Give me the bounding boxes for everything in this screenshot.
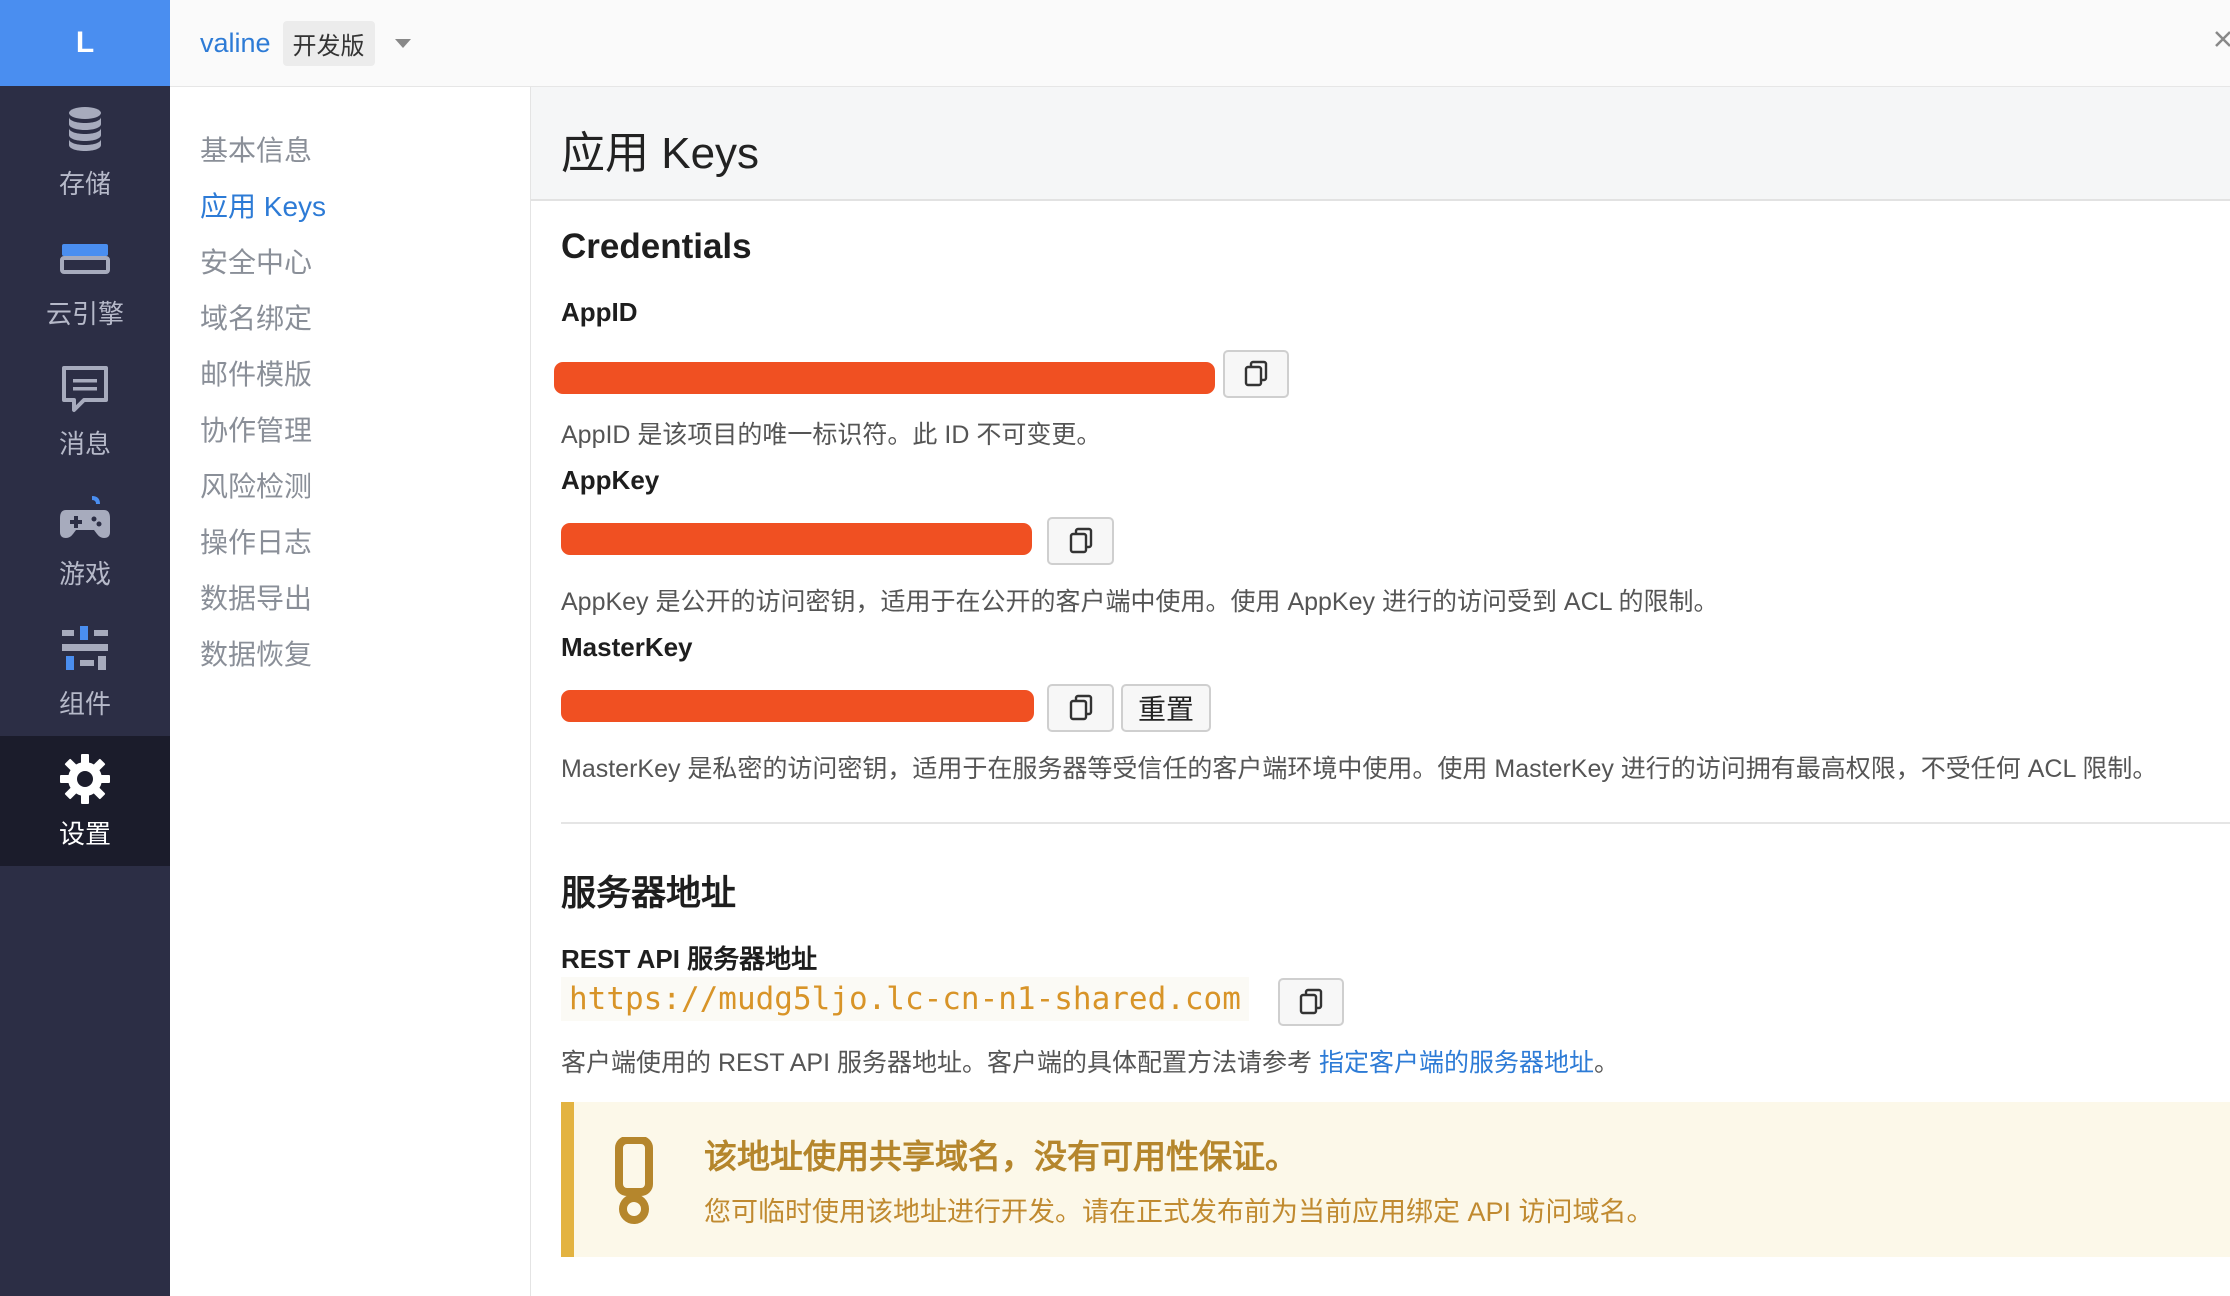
copy-icon bbox=[1069, 694, 1092, 721]
copy-appkey-button[interactable] bbox=[1047, 517, 1114, 565]
subnav-item-collaborators[interactable]: 协作管理 bbox=[200, 403, 530, 459]
subnav-item-email-templates[interactable]: 邮件模版 bbox=[200, 347, 530, 403]
rail-item-messages[interactable]: 消息 bbox=[0, 346, 170, 476]
appid-description: AppID 是该项目的唯一标识符。此 ID 不可变更。 bbox=[561, 421, 1102, 449]
rail-item-label: 云引擎 bbox=[45, 298, 124, 329]
rail-item-components[interactable]: 组件 bbox=[0, 606, 170, 736]
rest-api-url[interactable]: https://mudg5ljo.lc-cn-n1-shared.com bbox=[561, 977, 1249, 1021]
rail-item-settings[interactable]: 设置 bbox=[0, 736, 170, 866]
rest-api-description-suffix: 。 bbox=[1593, 1049, 1619, 1077]
copy-icon bbox=[1244, 360, 1268, 387]
chevron-down-icon[interactable] bbox=[394, 38, 411, 48]
top-bar: valine 开发版 bbox=[170, 0, 2230, 87]
server-address-heading: 服务器地址 bbox=[561, 874, 737, 913]
database-icon bbox=[69, 106, 101, 151]
masterkey-description: MasterKey 是私密的访问密钥，适用于在服务器等受信任的客户端环境中使用。… bbox=[561, 755, 2158, 783]
rail-item-label: 设置 bbox=[58, 818, 111, 849]
gamepad-icon bbox=[60, 495, 110, 538]
copy-icon bbox=[1069, 527, 1092, 554]
rail-item-games[interactable]: 游戏 bbox=[0, 476, 170, 606]
close-icon[interactable] bbox=[2210, 26, 2230, 56]
message-icon bbox=[62, 365, 108, 412]
section-divider bbox=[561, 822, 2230, 824]
copy-rest-url-button[interactable] bbox=[1278, 978, 1344, 1026]
rest-api-label: REST API 服务器地址 bbox=[561, 944, 818, 974]
appkey-description: AppKey 是公开的访问密钥，适用于在公开的客户端中使用。使用 AppKey … bbox=[561, 588, 1719, 616]
copy-masterkey-button[interactable] bbox=[1047, 684, 1114, 732]
reset-masterkey-button[interactable]: 重置 bbox=[1121, 684, 1211, 732]
appid-value-redacted bbox=[554, 362, 1215, 394]
credentials-heading: Credentials bbox=[561, 227, 752, 266]
components-icon bbox=[62, 625, 108, 670]
subnav-item-basic-info[interactable]: 基本信息 bbox=[200, 123, 530, 179]
rail-item-label: 组件 bbox=[58, 688, 111, 719]
rest-api-description-text: 客户端使用的 REST API 服务器地址。客户端的具体配置方法请参考 bbox=[561, 1049, 1319, 1077]
masterkey-value-redacted bbox=[561, 690, 1034, 722]
rail-item-label: 消息 bbox=[58, 428, 111, 459]
rail-item-label: 游戏 bbox=[58, 558, 111, 589]
server-icon bbox=[60, 243, 110, 274]
main-content: 应用 Keys Credentials AppID AppID 是该项目的唯一标… bbox=[531, 87, 2230, 1296]
appkey-label: AppKey bbox=[561, 465, 660, 495]
shared-domain-warning: 该地址使用共享域名，没有可用性保证。 您可临时使用该地址进行开发。请在正式发布前… bbox=[561, 1102, 2230, 1257]
rail-item-label: 存储 bbox=[58, 168, 111, 199]
appkey-value-redacted bbox=[561, 523, 1032, 555]
subnav-item-app-keys[interactable]: 应用 Keys bbox=[200, 179, 530, 235]
appid-label: AppID bbox=[561, 297, 638, 327]
main-sidebar: L 存储 云引擎 消息 游戏 组件 设置 bbox=[0, 0, 170, 1296]
exclamation-icon bbox=[615, 1137, 653, 1224]
warning-body: 您可临时使用该地址进行开发。请在正式发布前为当前应用绑定 API 访问域名。 bbox=[704, 1197, 1654, 1227]
subnav-item-domain-binding[interactable]: 域名绑定 bbox=[200, 291, 530, 347]
rail-item-storage[interactable]: 存储 bbox=[0, 86, 170, 216]
env-badge: 开发版 bbox=[282, 20, 375, 66]
app-name[interactable]: valine bbox=[200, 28, 271, 59]
copy-icon bbox=[1299, 988, 1323, 1015]
page-title: 应用 Keys bbox=[561, 129, 760, 178]
page-header: 应用 Keys bbox=[531, 87, 2230, 201]
subnav-item-risk-detection[interactable]: 风险检测 bbox=[200, 459, 530, 515]
rail-item-engine[interactable]: 云引擎 bbox=[0, 216, 170, 346]
subnav-item-operation-log[interactable]: 操作日志 bbox=[200, 515, 530, 571]
rest-api-description: 客户端使用的 REST API 服务器地址。客户端的具体配置方法请参考 指定客户… bbox=[561, 1043, 1619, 1079]
gear-icon bbox=[60, 753, 110, 804]
subnav-item-data-restore[interactable]: 数据恢复 bbox=[200, 627, 530, 683]
settings-subnav: 基本信息 应用 Keys 安全中心 域名绑定 邮件模版 协作管理 风险检测 操作… bbox=[170, 87, 531, 1296]
subnav-item-data-export[interactable]: 数据导出 bbox=[200, 571, 530, 627]
subnav-item-security[interactable]: 安全中心 bbox=[200, 235, 530, 291]
server-address-doc-link[interactable]: 指定客户端的服务器地址 bbox=[1319, 1049, 1594, 1077]
app-logo[interactable]: L bbox=[0, 0, 170, 86]
masterkey-label: MasterKey bbox=[561, 632, 693, 662]
warning-title: 该地址使用共享域名，没有可用性保证。 bbox=[704, 1138, 1298, 1175]
copy-appid-button[interactable] bbox=[1223, 350, 1289, 398]
